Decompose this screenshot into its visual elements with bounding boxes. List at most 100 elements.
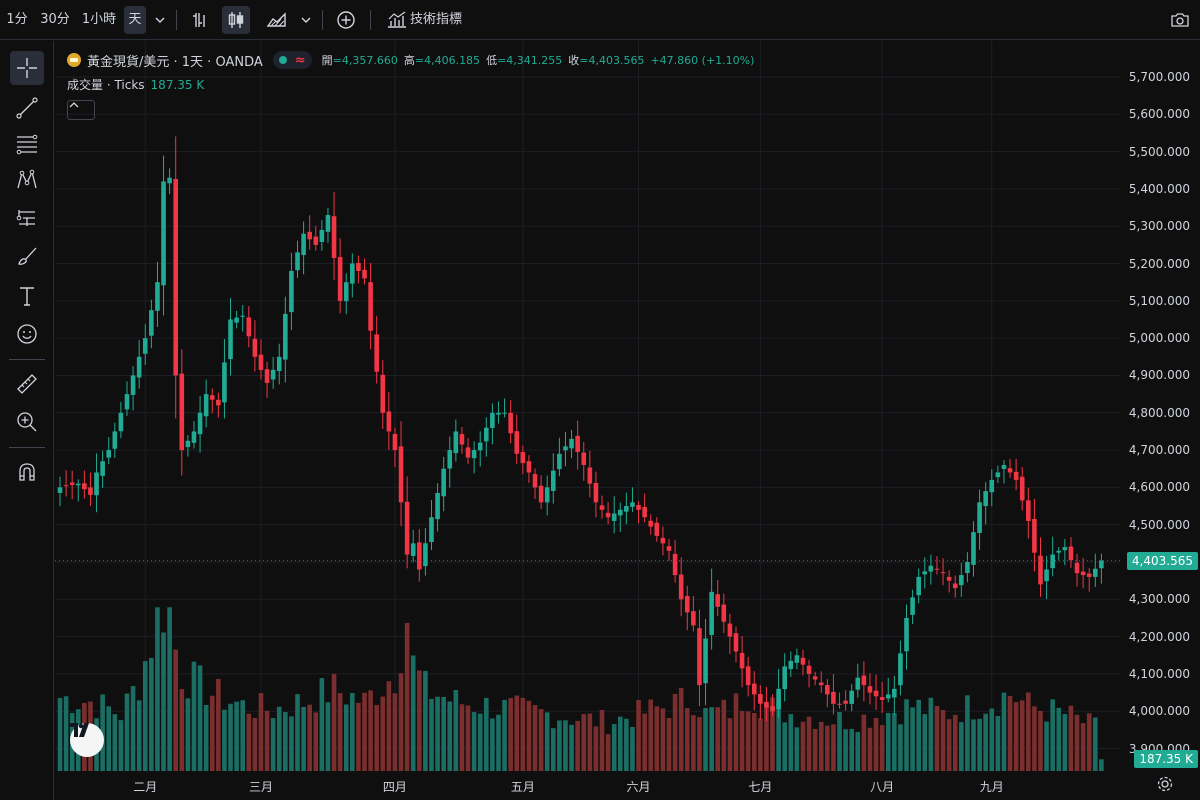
compare-symbol-button[interactable] — [332, 6, 360, 34]
candle-body — [356, 263, 361, 271]
candle-body — [648, 520, 654, 527]
candle-body — [1026, 500, 1031, 521]
candle-body — [770, 706, 775, 712]
volume-bar — [508, 697, 513, 771]
volume-bar — [106, 706, 112, 771]
magnet-tool[interactable] — [10, 455, 44, 489]
symbol-legend: 黃金現貨/美元 · 1天 · OANDA ≈ 開=4,357.660 高=4,4… — [67, 50, 754, 70]
volume-bar — [350, 693, 355, 771]
candle-body — [380, 374, 386, 413]
time-tick-label: 四月 — [382, 780, 407, 794]
candle-chart-type-button[interactable] — [222, 6, 250, 34]
zoom-tool[interactable] — [10, 405, 44, 439]
candle-body — [971, 532, 976, 565]
candle-body — [374, 334, 379, 372]
candle-body — [94, 472, 99, 496]
candle-body — [806, 665, 812, 674]
trend-line-tool[interactable] — [10, 91, 44, 125]
volume-bar — [313, 712, 319, 771]
time-tick-label: 二月 — [133, 780, 158, 794]
candle-body — [161, 181, 166, 286]
candle-body — [149, 310, 154, 336]
volume-bar — [149, 657, 154, 771]
crosshair-tool[interactable] — [10, 51, 44, 85]
candle-body — [191, 431, 197, 443]
candle-body — [849, 690, 854, 704]
pattern-tool[interactable] — [10, 163, 44, 197]
toolbar-divider — [9, 359, 45, 360]
interval-dropdown[interactable] — [148, 6, 172, 34]
volume-bar — [1050, 699, 1055, 771]
candle-body — [289, 271, 294, 313]
tradingview-logo[interactable] — [70, 723, 104, 757]
area-chart-type-button[interactable] — [262, 6, 290, 34]
price-plot[interactable] — [55, 41, 1200, 800]
price-tick-label: 5,700.000 — [1128, 70, 1190, 84]
candle-body — [203, 394, 209, 417]
bar-chart-type-button[interactable] — [186, 6, 214, 34]
interval-day-button[interactable]: 天 — [124, 6, 146, 34]
volume-bar — [258, 693, 264, 771]
candle-body — [910, 597, 915, 615]
volume-bar — [593, 726, 599, 771]
volume-bar — [502, 699, 507, 771]
candle-body — [112, 431, 118, 449]
candle-body — [331, 216, 337, 258]
candle-body — [636, 505, 641, 510]
candle-body — [234, 317, 239, 323]
candle-body — [563, 446, 568, 451]
volume-bar — [898, 724, 903, 771]
volume-bar — [666, 718, 672, 771]
fib-tool[interactable] — [10, 127, 44, 161]
volume-bar — [831, 724, 836, 771]
candle-body — [928, 565, 934, 572]
candle-body — [228, 319, 233, 360]
candle-body — [550, 470, 556, 491]
indicators-button[interactable]: 技術指標 — [410, 6, 472, 34]
market-status[interactable]: ≈ — [272, 51, 312, 69]
magnet-icon — [19, 463, 35, 481]
candle-body — [776, 688, 781, 710]
candle-body — [587, 467, 593, 484]
candle-body — [496, 412, 501, 415]
candle-body — [855, 677, 861, 690]
volume-legend: 成交量 · Ticks 187.35 K — [67, 76, 204, 93]
text-tool[interactable] — [10, 279, 44, 313]
chart-pane[interactable]: 黃金現貨/美元 · 1天 · OANDA ≈ 開=4,357.660 高=4,4… — [55, 41, 1200, 800]
collapse-legend-button[interactable] — [67, 100, 95, 120]
snapshot-button[interactable] — [1166, 6, 1194, 34]
interval-1min-button[interactable]: 1分 — [4, 6, 30, 34]
chart-type-dropdown[interactable] — [294, 6, 318, 34]
volume-bar — [118, 720, 124, 771]
camera-icon — [1171, 13, 1189, 27]
candle-body — [703, 638, 708, 684]
interval-30min-button[interactable]: 30分 — [36, 6, 74, 34]
candle-body — [977, 502, 982, 533]
volume-bar — [386, 681, 392, 771]
price-tick-label: 4,100.000 — [1128, 666, 1190, 681]
volume-bar — [484, 697, 489, 771]
candle-body — [222, 362, 227, 403]
candle-body — [1056, 550, 1062, 553]
volume-bar — [368, 690, 373, 771]
volume-bar — [904, 699, 909, 771]
candle-body — [538, 485, 544, 503]
candle-body — [118, 412, 124, 432]
icon-tool[interactable] — [10, 317, 44, 351]
volume-bar — [745, 711, 751, 771]
volume-bar — [697, 717, 702, 771]
symbol-title[interactable]: 黃金現貨/美元 · 1天 · OANDA — [87, 51, 263, 70]
volume-bar — [222, 709, 227, 771]
volume-bar — [435, 696, 440, 771]
candle-body — [739, 652, 745, 669]
measure-tool[interactable] — [10, 367, 44, 401]
brush-tool[interactable] — [10, 239, 44, 273]
indicators-icon-button[interactable] — [382, 6, 410, 34]
forecast-tool[interactable] — [10, 201, 44, 235]
volume-bar — [1013, 702, 1019, 771]
volume-bar — [952, 714, 958, 771]
volume-bar — [191, 661, 197, 771]
volume-bar — [946, 719, 952, 771]
interval-1hour-button[interactable]: 1小時 — [78, 6, 120, 34]
volume-label[interactable]: 成交量 · Ticks — [67, 78, 145, 92]
